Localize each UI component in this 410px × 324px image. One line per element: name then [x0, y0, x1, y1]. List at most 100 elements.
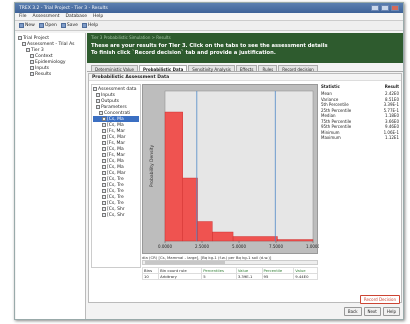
- sidebar-item-label: Trial Project: [23, 35, 50, 41]
- stat-name: Maximum: [321, 135, 341, 140]
- node-icon: [102, 213, 106, 217]
- stats-rows: Mean 2.42E0 Variance 8.51E0 5th Percentile 3.…: [321, 91, 399, 141]
- node-icon: [102, 183, 106, 187]
- record-area: Record Decision: [359, 295, 400, 304]
- node-icon: [102, 135, 106, 139]
- parameter-item[interactable]: Assessment data: [93, 86, 139, 92]
- open-button[interactable]: Open: [38, 23, 57, 28]
- sidebar-item[interactable]: Results: [18, 71, 83, 77]
- y-axis-label: Probability Density: [149, 145, 155, 188]
- low-percentile-input[interactable]: 5: [201, 273, 237, 280]
- menu-assessment[interactable]: Assessment: [33, 14, 60, 19]
- x-tick-label: 2.5000: [195, 244, 209, 249]
- node-icon: [102, 207, 106, 211]
- node-icon: [26, 48, 30, 52]
- tab-deterministic-value[interactable]: Deterministic Value: [91, 65, 139, 72]
- node-icon: [102, 171, 106, 175]
- stat-value: 1.12E1: [385, 135, 399, 140]
- parameter-label: [Cs, Ma: [107, 164, 124, 170]
- parameter-item[interactable]: [Cs, Shr: [93, 212, 139, 218]
- parameter-label: Outputs: [101, 98, 119, 104]
- parameter-label: Parameters: [101, 104, 127, 110]
- parameter-label: [Cs, Tre: [107, 194, 124, 200]
- sidebar-item-label: Epidemiology: [35, 59, 66, 65]
- tab-record-decision[interactable]: Record decision: [278, 65, 318, 72]
- record-decision-button[interactable]: Record Decision: [359, 295, 400, 304]
- sidebar-item-label: Inputs: [35, 65, 49, 71]
- parameter-tree[interactable]: Assessment data Inputs Outputs Parameters Co…: [91, 84, 141, 268]
- toolbar: New Open Save Help: [15, 21, 403, 31]
- scrollbar-thumb[interactable]: [145, 261, 225, 264]
- help-icon: [81, 23, 87, 28]
- project-tree[interactable]: Trial Project Assessment - Trial As Tier 3…: [16, 33, 86, 319]
- parameter-label: [Cs, Ma: [107, 122, 124, 128]
- x-tick-label: 7.5000: [269, 244, 283, 249]
- high-percentile-value: 9.44E0: [293, 273, 318, 280]
- node-icon: [102, 195, 106, 199]
- banner-instruction: To finish click `Record decision` tab an…: [91, 50, 276, 56]
- bins-table: Bins Bin count rule Percentiles Value Pe…: [141, 267, 318, 280]
- node-icon: [102, 165, 106, 169]
- node-icon: [102, 129, 106, 133]
- parameter-label: [Cs, Tre: [107, 188, 124, 194]
- banner-message: These are your results for Tier 3. Click…: [91, 43, 328, 49]
- node-icon: [99, 111, 103, 115]
- tab-effects[interactable]: Effects: [235, 65, 258, 72]
- tab-sensitivity-analysis[interactable]: Sensitivity Analysis: [188, 65, 235, 72]
- menu-file[interactable]: File: [19, 14, 27, 19]
- parameter-label: [Cs, Tre: [107, 200, 124, 206]
- results-banner: Tier 3 Probabilistic Simulation > Result…: [87, 33, 403, 63]
- sidebar-item-label: Context: [35, 53, 53, 59]
- parameter-label: [Cs, Tre: [107, 182, 124, 188]
- horizontal-scrollbar[interactable]: [142, 260, 318, 265]
- tab-probabilistic-data[interactable]: Probabilistic Data: [139, 65, 188, 72]
- node-icon: [18, 36, 22, 40]
- help-button[interactable]: Help: [81, 23, 98, 28]
- high-percentile-input[interactable]: 95: [261, 273, 295, 280]
- app-window: TREX 3.2 - Trial Project - Tier 3 - Resu…: [14, 2, 404, 320]
- back-button[interactable]: Back: [343, 307, 362, 316]
- panel-title: Probabilistic Assessment Data: [89, 74, 401, 81]
- menu-database[interactable]: Database: [66, 14, 87, 19]
- save-button[interactable]: Save: [60, 23, 78, 28]
- main-area: Tier 3 Probabilistic Simulation > Result…: [87, 33, 403, 319]
- node-icon: [96, 105, 100, 109]
- statistics-table: Statistic Result Mean 2.42E0 Variance 8.51E…: [321, 84, 399, 268]
- parameter-label: [Cs, Ma: [107, 146, 124, 152]
- tab-rules[interactable]: Rules: [258, 65, 278, 72]
- node-icon: [30, 66, 34, 70]
- menu-bar: File Assessment Database Help: [15, 13, 403, 21]
- parameter-label: [Cs, Tre: [107, 176, 124, 182]
- x-tick-label: 1.0000: [306, 244, 319, 249]
- minimize-icon[interactable]: [371, 5, 379, 11]
- maximize-icon[interactable]: [381, 5, 389, 11]
- new-file-icon: [19, 23, 24, 28]
- node-icon: [102, 123, 106, 127]
- parameter-label: [Cs, Mar: [107, 170, 126, 176]
- breadcrumb: Tier 3 Probabilistic Simulation > Result…: [91, 35, 171, 40]
- parameter-label: Concentrati: [104, 110, 131, 116]
- parameter-label: [Fs, Mar: [107, 152, 126, 158]
- new-button[interactable]: New: [19, 23, 35, 28]
- node-icon: [22, 42, 26, 46]
- bins-input[interactable]: 10: [141, 273, 160, 280]
- histogram-bar: [232, 236, 278, 242]
- node-icon: [102, 147, 106, 151]
- results-tabs: Deterministic Value Probabilistic Data Sen…: [87, 63, 403, 72]
- stats-header: Statistic Result: [321, 84, 399, 89]
- x-tick-label: 0.0000: [158, 244, 172, 249]
- menu-help[interactable]: Help: [93, 14, 103, 19]
- histogram-bar: [212, 231, 234, 242]
- help-footer-button[interactable]: Help: [382, 307, 400, 316]
- bin-rule-select[interactable]: Arbitrary: [158, 273, 203, 280]
- sidebar-item-label: Tier 3: [31, 47, 44, 53]
- parameter-label: [Cs, Ma: [107, 116, 124, 122]
- parameter-label: Inputs: [101, 92, 115, 98]
- close-icon[interactable]: [391, 5, 399, 11]
- histogram-bar: [164, 111, 183, 242]
- bins-settings: Bins Bin count rule Percentiles Value Pe…: [141, 267, 318, 289]
- next-button[interactable]: Next: [363, 307, 381, 316]
- folder-icon: [38, 23, 44, 28]
- node-icon: [30, 60, 34, 64]
- sidebar-item[interactable]: Assessment - Trial As: [18, 41, 83, 47]
